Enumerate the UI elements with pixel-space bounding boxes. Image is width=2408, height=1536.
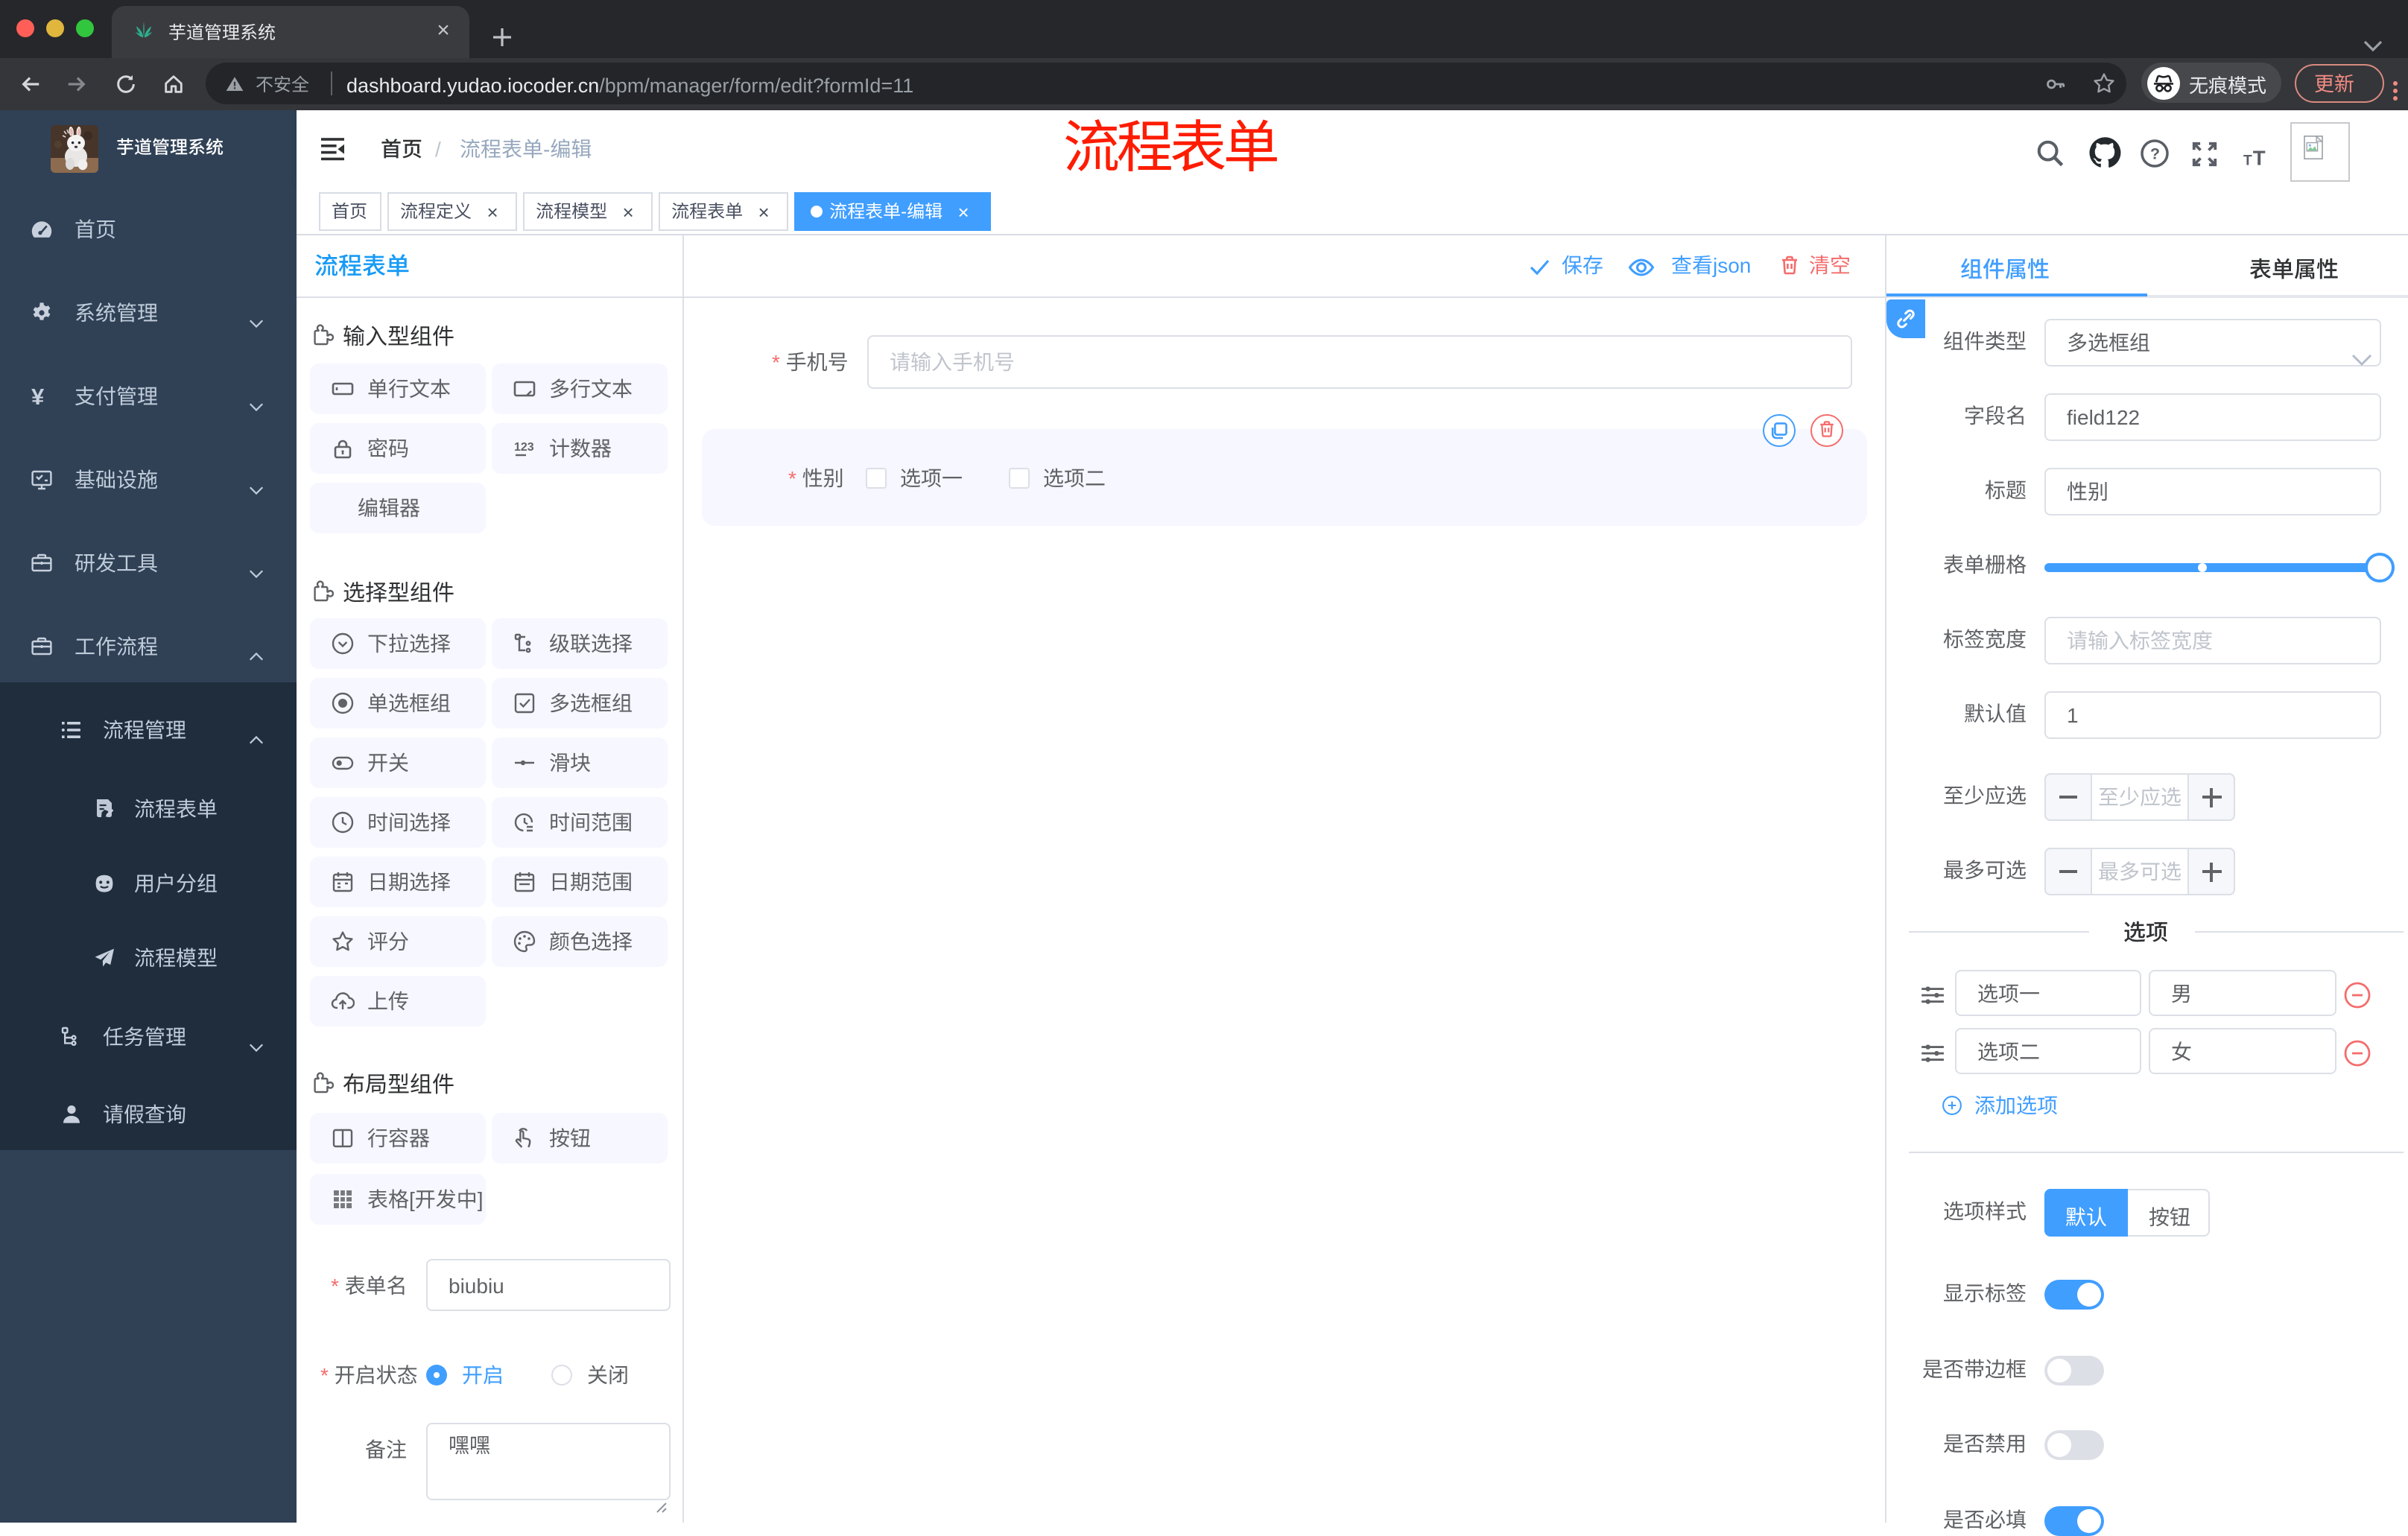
svg-text:T: T: [2253, 147, 2266, 170]
svg-text:?: ?: [2150, 145, 2160, 163]
svg-text:T: T: [2243, 153, 2252, 169]
svg-text:¥: ¥: [31, 384, 45, 408]
svg-text:123: 123: [514, 441, 534, 454]
